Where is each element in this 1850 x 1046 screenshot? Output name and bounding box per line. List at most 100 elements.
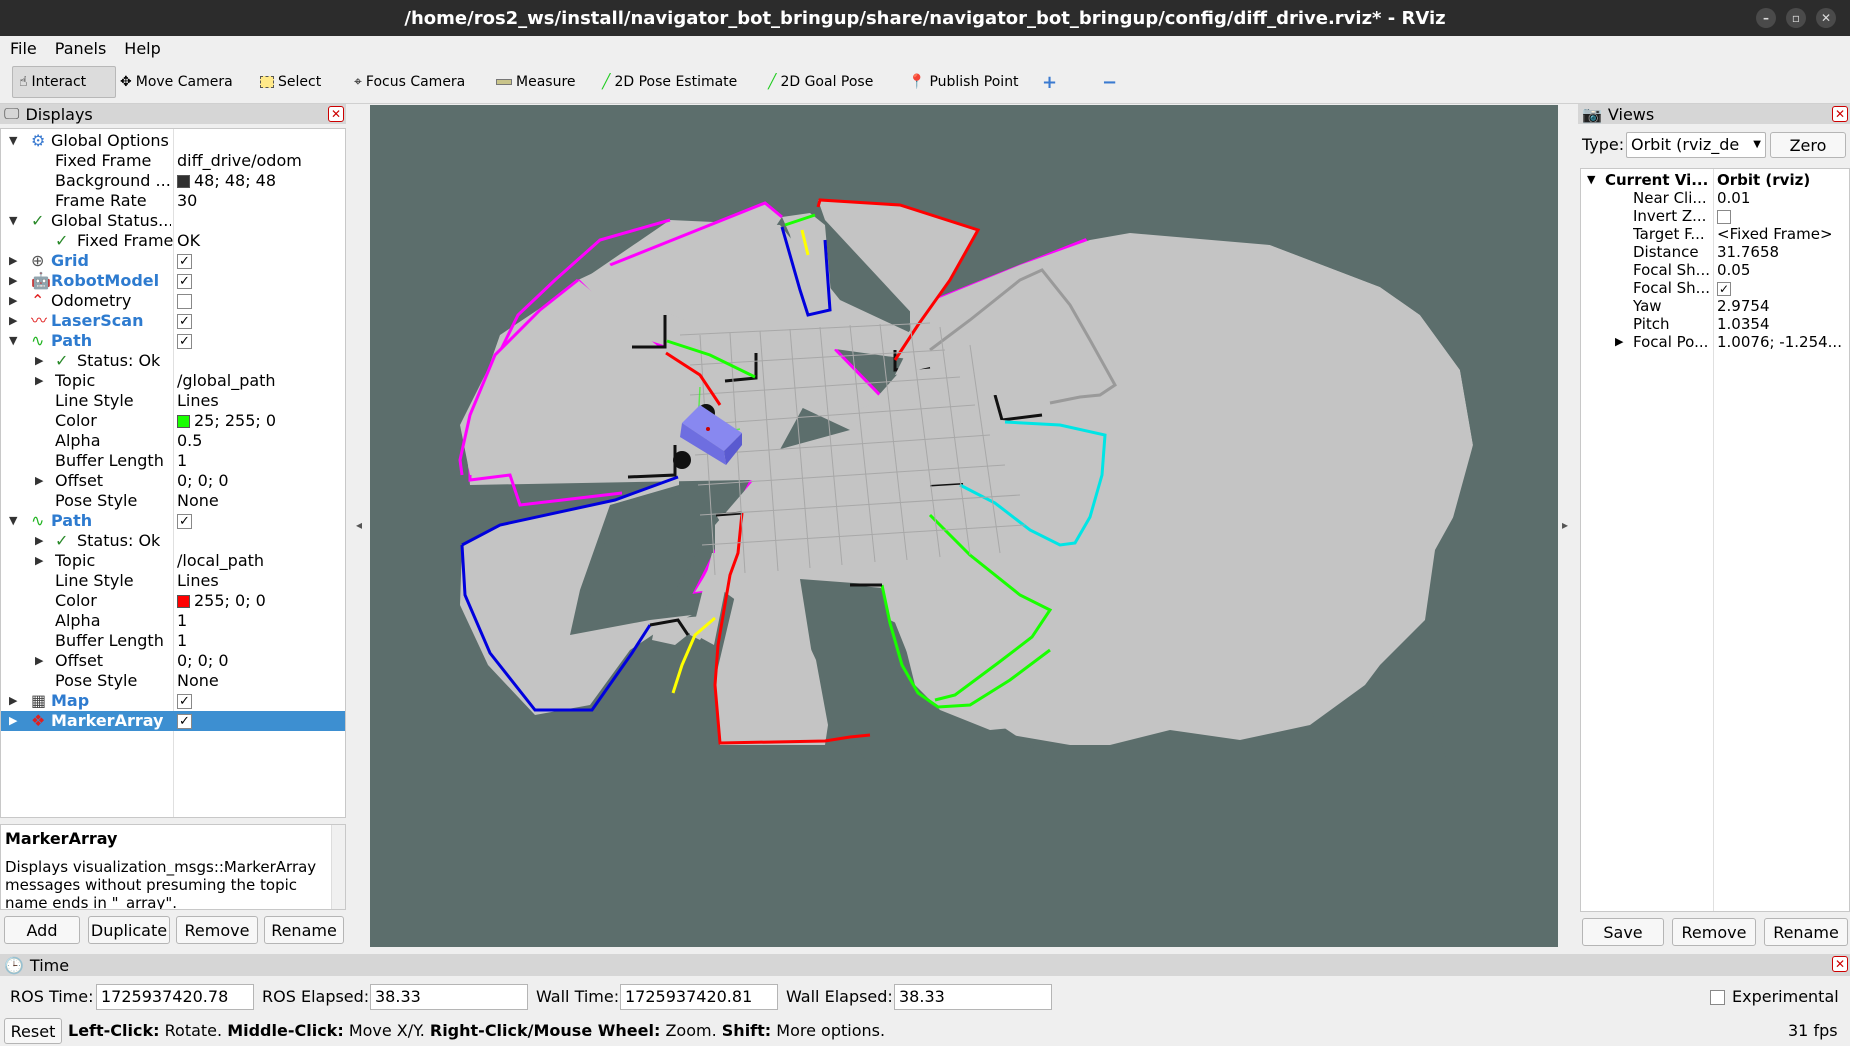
- tree-row-p1-pose[interactable]: Pose Style None: [1, 491, 345, 511]
- prop-value[interactable]: 31.7658: [1717, 243, 1779, 261]
- pose-estimate-tool[interactable]: ╱ 2D Pose Estimate: [596, 66, 743, 98]
- focus-camera-tool[interactable]: ⌖ Focus Camera: [348, 66, 471, 98]
- tree-row-p1-buffer[interactable]: Buffer Length 1: [1, 451, 345, 471]
- invert-z-checkbox[interactable]: [1717, 209, 1731, 224]
- move-camera-tool[interactable]: ✥ Move Camera: [114, 66, 239, 98]
- rename-display-button[interactable]: Rename: [264, 916, 344, 944]
- tree-row-p2-linestyle[interactable]: Line Style Lines: [1, 571, 345, 591]
- measure-tool[interactable]: Measure: [490, 66, 582, 98]
- view-row-focal-shape-fixed[interactable]: Focal Sh... ✓: [1581, 279, 1849, 297]
- remove-view-button[interactable]: Remove: [1672, 918, 1756, 946]
- rename-view-button[interactable]: Rename: [1764, 918, 1848, 946]
- save-view-button[interactable]: Save: [1582, 918, 1664, 946]
- tree-row-p1-offset[interactable]: ▶ Offset 0; 0; 0: [1, 471, 345, 491]
- tree-row-p2-topic[interactable]: ▶ Topic /local_path: [1, 551, 345, 571]
- menu-panels[interactable]: Panels: [45, 39, 115, 58]
- view-row-near-clip[interactable]: Near Cli... 0.01: [1581, 189, 1849, 207]
- add-button[interactable]: Add: [4, 916, 80, 944]
- collapse-arrow-icon[interactable]: ▶: [35, 371, 43, 391]
- menu-file[interactable]: File: [0, 39, 45, 58]
- collapse-arrow-icon[interactable]: ▶: [9, 311, 17, 331]
- prop-value[interactable]: 0.05: [1717, 261, 1750, 279]
- close-panel-icon[interactable]: ✕: [1832, 106, 1848, 122]
- tree-row-background[interactable]: Background ... 48; 48; 48: [1, 171, 345, 191]
- enable-checkbox[interactable]: ✓: [177, 274, 192, 289]
- collapse-arrow-icon[interactable]: ▶: [9, 271, 17, 291]
- collapse-arrow-icon[interactable]: ▶: [35, 551, 43, 571]
- prop-value[interactable]: None: [177, 671, 219, 691]
- select-tool[interactable]: Select: [254, 66, 327, 98]
- expand-arrow-icon[interactable]: ▼: [9, 511, 17, 531]
- view-type-select[interactable]: Orbit (rviz_de ▼: [1626, 132, 1766, 158]
- collapse-arrow-icon[interactable]: ▶: [9, 291, 17, 311]
- wall-elapsed-field[interactable]: 38.33: [894, 984, 1052, 1010]
- enable-checkbox[interactable]: ✓: [177, 714, 192, 729]
- goal-pose-tool[interactable]: ╱ 2D Goal Pose: [762, 66, 879, 98]
- scene-svg[interactable]: [370, 105, 1558, 947]
- remove-display-button[interactable]: Remove: [176, 916, 258, 944]
- prop-value[interactable]: 48; 48; 48: [194, 171, 276, 190]
- prop-value[interactable]: /global_path: [177, 371, 276, 391]
- tree-row-path-local[interactable]: ▼ ∿ Path ✓: [1, 511, 345, 531]
- tree-row-frame-rate[interactable]: Frame Rate 30: [1, 191, 345, 211]
- ros-elapsed-field[interactable]: 38.33: [370, 984, 528, 1010]
- tree-row-laserscan[interactable]: ▶ 〰 LaserScan ✓: [1, 311, 345, 331]
- prop-value[interactable]: 0; 0; 0: [177, 651, 229, 671]
- expand-arrow-icon[interactable]: ▼: [9, 131, 17, 151]
- prop-value[interactable]: Lines: [177, 571, 219, 591]
- tree-row-p2-buffer[interactable]: Buffer Length 1: [1, 631, 345, 651]
- tree-row-p1-color[interactable]: Color 25; 255; 0: [1, 411, 345, 431]
- tree-row-global-status[interactable]: ▼ ✓ Global Status...: [1, 211, 345, 231]
- tree-row-global-options[interactable]: ▼ ⚙ Global Options: [1, 131, 345, 151]
- menu-help[interactable]: Help: [114, 39, 168, 58]
- view-row-distance[interactable]: Distance 31.7658: [1581, 243, 1849, 261]
- add-tool-icon[interactable]: +: [1036, 66, 1063, 98]
- tree-row-odometry[interactable]: ▶ ⌃ Odometry: [1, 291, 345, 311]
- collapse-arrow-icon[interactable]: ▶: [9, 691, 17, 711]
- tree-row-gs-fixed-frame[interactable]: ✓ Fixed Frame OK: [1, 231, 345, 251]
- collapse-arrow-icon[interactable]: ▶: [9, 711, 17, 731]
- prop-value[interactable]: 0.5: [177, 431, 202, 451]
- zero-button[interactable]: Zero: [1770, 132, 1846, 158]
- prop-value[interactable]: /local_path: [177, 551, 264, 571]
- view-row-yaw[interactable]: Yaw 2.9754: [1581, 297, 1849, 315]
- expand-arrow-icon[interactable]: ▼: [9, 211, 17, 231]
- prop-value[interactable]: 0.01: [1717, 189, 1750, 207]
- ros-time-field[interactable]: 1725937420.78: [96, 984, 254, 1010]
- enable-checkbox[interactable]: ✓: [177, 254, 192, 269]
- prop-value[interactable]: 1.0076; -1.254...: [1717, 333, 1842, 351]
- reset-button[interactable]: Reset: [4, 1018, 62, 1044]
- close-icon[interactable]: ✕: [1816, 8, 1836, 28]
- interact-tool[interactable]: ☝ Interact: [12, 66, 116, 98]
- prop-value[interactable]: Lines: [177, 391, 219, 411]
- prop-value[interactable]: <Fixed Frame>: [1717, 225, 1833, 243]
- prop-value[interactable]: 25; 255; 0: [194, 411, 276, 430]
- maximize-icon[interactable]: ▫: [1786, 8, 1806, 28]
- prop-value[interactable]: 2.9754: [1717, 297, 1770, 315]
- tree-row-p1-topic[interactable]: ▶ Topic /global_path: [1, 371, 345, 391]
- view-row-current[interactable]: ▼ Current Vi... Orbit (rviz): [1581, 171, 1849, 189]
- collapse-arrow-icon[interactable]: ▶: [35, 531, 43, 551]
- view-row-pitch[interactable]: Pitch 1.0354: [1581, 315, 1849, 333]
- view-row-focal-shape-size[interactable]: Focal Sh... 0.05: [1581, 261, 1849, 279]
- focal-shape-checkbox[interactable]: ✓: [1717, 281, 1731, 296]
- tree-row-p1-status[interactable]: ▶ ✓ Status: Ok: [1, 351, 345, 371]
- tree-row-map[interactable]: ▶ ▦ Map ✓: [1, 691, 345, 711]
- expand-arrow-icon[interactable]: ▼: [1587, 171, 1595, 189]
- tree-row-p2-alpha[interactable]: Alpha 1: [1, 611, 345, 631]
- collapse-arrow-icon[interactable]: ▶: [35, 351, 43, 371]
- collapse-arrow-icon[interactable]: ▶: [1615, 333, 1623, 351]
- collapse-right-icon[interactable]: ▸: [1562, 518, 1572, 532]
- prop-value[interactable]: 1: [177, 631, 187, 651]
- tree-row-fixed-frame[interactable]: Fixed Frame diff_drive/odom: [1, 151, 345, 171]
- view-row-focal-point[interactable]: ▶ Focal Po... 1.0076; -1.254...: [1581, 333, 1849, 351]
- tree-row-p2-status[interactable]: ▶ ✓ Status: Ok: [1, 531, 345, 551]
- description-scrollbar[interactable]: [331, 825, 345, 909]
- duplicate-button[interactable]: Duplicate: [88, 916, 170, 944]
- view-row-invert-z[interactable]: Invert Z...: [1581, 207, 1849, 225]
- collapse-arrow-icon[interactable]: ▶: [9, 251, 17, 271]
- close-panel-icon[interactable]: ✕: [1832, 956, 1848, 972]
- tree-row-p1-linestyle[interactable]: Line Style Lines: [1, 391, 345, 411]
- tree-row-path-global[interactable]: ▼ ∿ Path ✓: [1, 331, 345, 351]
- tree-row-p2-pose[interactable]: Pose Style None: [1, 671, 345, 691]
